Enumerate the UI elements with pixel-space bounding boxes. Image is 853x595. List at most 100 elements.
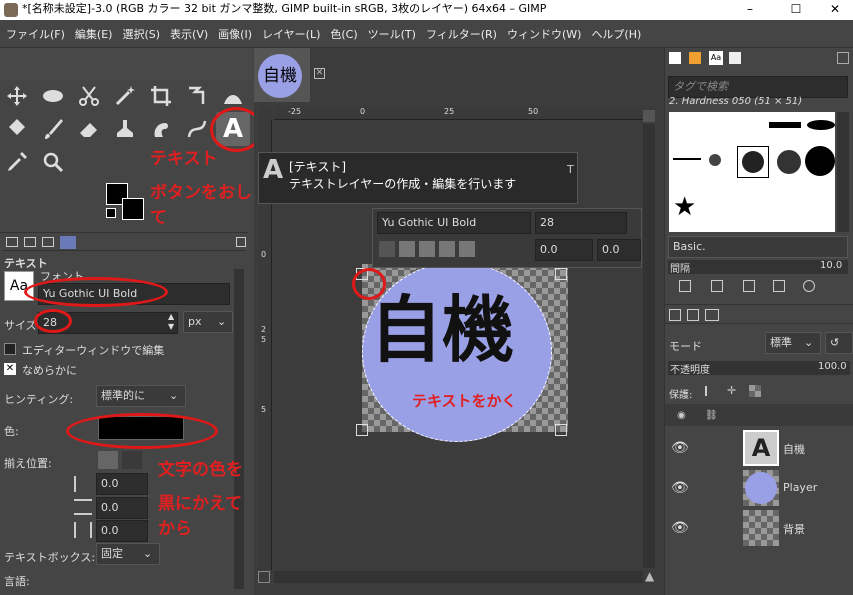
menu-view[interactable]: 表示(V): [164, 20, 212, 42]
size-spin-icon[interactable]: ▲ ▼: [168, 312, 174, 332]
options-scrollbar[interactable]: [234, 269, 244, 589]
undo-history-tab-icon[interactable]: [42, 237, 54, 247]
brush-preset-select[interactable]: Basic.: [668, 236, 848, 258]
brush-block: [769, 122, 801, 128]
tool-options-tab-icon[interactable]: [6, 237, 18, 247]
antialias-checkbox[interactable]: ✕: [4, 363, 16, 375]
bucket-fill-icon[interactable]: [2, 114, 32, 144]
opacity-slider[interactable]: 不透明度 100.0: [668, 361, 850, 376]
crop-icon[interactable]: [146, 81, 176, 111]
strikethrough-icon[interactable]: [459, 241, 475, 257]
annotation-press-button: ボタンをおして: [150, 183, 252, 228]
path-icon[interactable]: [182, 114, 212, 144]
menu-layer[interactable]: レイヤー(L): [256, 20, 324, 42]
overlay-font-input[interactable]: Yu Gothic UI Bold: [377, 212, 531, 234]
document-tab-icon[interactable]: [729, 52, 741, 64]
justify-right-icon[interactable]: [122, 451, 142, 469]
italic-icon[interactable]: [419, 241, 435, 257]
images-tab-icon[interactable]: [60, 236, 76, 249]
lock-alpha-icon[interactable]: [749, 385, 761, 397]
line-spacing-input[interactable]: 0.0: [96, 497, 148, 519]
zoom-icon[interactable]: [38, 147, 68, 177]
brush-tag-search[interactable]: タグで検索: [668, 76, 848, 98]
textbox-select[interactable]: 固定 ⌄: [96, 543, 160, 565]
fonts-tab-icon[interactable]: Aa: [709, 51, 723, 65]
fuzzy-select-icon[interactable]: [110, 81, 140, 111]
letter-spacing-input[interactable]: 0.0: [96, 520, 148, 542]
menu-help[interactable]: ヘルプ(H): [585, 20, 645, 42]
handle-bottom-left[interactable]: [356, 424, 368, 436]
eye-icon[interactable]: 👁: [671, 480, 689, 496]
eraser-icon[interactable]: [74, 114, 104, 144]
vertical-scrollbar[interactable]: [643, 124, 655, 568]
delete-brush-icon[interactable]: [773, 280, 785, 292]
mode-reset-icon[interactable]: ↺: [825, 332, 853, 354]
overlay-size-input[interactable]: 28: [535, 212, 627, 234]
spacing-slider[interactable]: 間隔 10.0: [668, 260, 848, 275]
handle-bottom-right[interactable]: [555, 424, 567, 436]
layers-tab-icon[interactable]: [669, 309, 681, 321]
layer-row[interactable]: 👁 A 自機: [665, 428, 853, 468]
smudge-icon[interactable]: [146, 114, 176, 144]
handle-top-right[interactable]: [555, 268, 567, 280]
minimize-button[interactable]: –: [730, 0, 770, 18]
bold-icon[interactable]: [399, 241, 415, 257]
unit-select[interactable]: px ⌄: [183, 311, 233, 333]
lock-pixels-icon[interactable]: [705, 386, 715, 396]
menu-image[interactable]: 画像(I): [212, 20, 256, 42]
lock-position-icon[interactable]: ✛: [727, 384, 739, 397]
transform-icon[interactable]: [182, 81, 212, 111]
layer-row[interactable]: 👁 Player: [665, 468, 853, 508]
duplicate-brush-icon[interactable]: [743, 280, 755, 292]
justify-left-icon[interactable]: [98, 451, 118, 469]
menu-edit[interactable]: 編集(E): [69, 20, 117, 42]
canvas-text[interactable]: 自機: [370, 290, 514, 370]
clone-icon[interactable]: [110, 114, 140, 144]
color-picker-icon[interactable]: [2, 147, 32, 177]
panel-menu-icon[interactable]: [236, 237, 246, 247]
kerning-input[interactable]: 0.0: [597, 239, 641, 261]
device-status-tab-icon[interactable]: [24, 237, 36, 247]
refresh-brushes-icon[interactable]: [803, 280, 815, 292]
eye-icon[interactable]: 👁: [671, 440, 689, 456]
baseline-input[interactable]: 0.0: [535, 239, 593, 261]
maximize-button[interactable]: ☐: [776, 0, 816, 18]
editor-checkbox[interactable]: [4, 343, 16, 355]
zoom-lock-icon[interactable]: [643, 110, 655, 122]
menu-select[interactable]: 選択(S): [116, 20, 164, 42]
new-brush-icon[interactable]: [711, 280, 723, 292]
mode-select[interactable]: 標準 ⌄: [765, 332, 821, 354]
indent-input[interactable]: 0.0: [96, 473, 148, 495]
navigate-icon[interactable]: ▲: [645, 569, 654, 583]
brush-grid[interactable]: ★: [669, 112, 835, 232]
layer-row[interactable]: 👁 背景: [665, 508, 853, 548]
menu-file[interactable]: ファイル(F): [0, 20, 69, 42]
hinting-select[interactable]: 標準的に ⌄: [96, 385, 186, 407]
horizontal-scrollbar[interactable]: [274, 571, 643, 583]
close-tab-icon[interactable]: ✕: [314, 68, 325, 79]
menu-filters[interactable]: フィルター(R): [420, 20, 501, 42]
annotation-write-text: テキストをかく: [412, 392, 517, 410]
menu-tools[interactable]: ツール(T): [362, 20, 420, 42]
background-color-swatch[interactable]: [122, 198, 144, 220]
default-colors-icon[interactable]: [106, 208, 116, 218]
menu-color[interactable]: 色(C): [324, 20, 361, 42]
clear-style-icon[interactable]: [379, 241, 395, 257]
menu-windows[interactable]: ウィンドウ(W): [501, 20, 585, 42]
brushes-tab-icon[interactable]: [669, 52, 681, 64]
close-button[interactable]: ✕: [815, 0, 853, 18]
eye-icon[interactable]: 👁: [671, 520, 689, 536]
edit-brush-icon[interactable]: [679, 280, 691, 292]
dock-menu-icon[interactable]: [837, 52, 849, 64]
image-tab[interactable]: 自機: [254, 48, 310, 102]
paintbrush-icon[interactable]: [38, 114, 68, 144]
underline-icon[interactable]: [439, 241, 455, 257]
brush-scrollbar[interactable]: [837, 112, 849, 232]
quick-mask-icon[interactable]: [258, 571, 270, 583]
paths-tab-icon[interactable]: [705, 309, 719, 321]
channels-tab-icon[interactable]: [687, 309, 699, 321]
ellipse-select-icon[interactable]: [38, 81, 68, 111]
patterns-tab-icon[interactable]: [689, 52, 701, 64]
scissors-select-icon[interactable]: [74, 81, 104, 111]
move-tool-icon[interactable]: [2, 81, 32, 111]
